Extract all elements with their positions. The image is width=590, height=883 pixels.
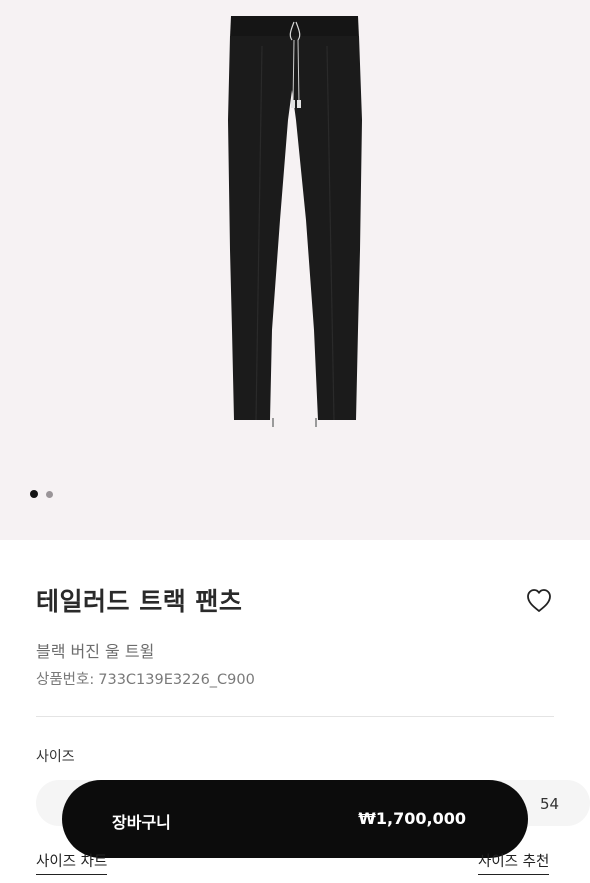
- reference-label: 상품번호:: [36, 672, 95, 688]
- carousel-indicator: [30, 490, 53, 498]
- product-subtitle: 블랙 버진 울 트윌: [36, 642, 155, 661]
- divider: [36, 716, 554, 717]
- product-image: [228, 16, 362, 427]
- size-recommend-link[interactable]: 사이즈 추천: [478, 853, 550, 875]
- reference-value: 733C139E3226_C900: [98, 672, 255, 688]
- cart-button-label: 장바구니: [112, 813, 171, 832]
- carousel-dot[interactable]: [46, 490, 53, 498]
- wishlist-button[interactable]: [524, 586, 554, 614]
- product-reference: 상품번호: 733C139E3226_C900: [36, 668, 255, 689]
- product-image-carousel[interactable]: [0, 0, 590, 540]
- size-option[interactable]: 54: [540, 795, 559, 813]
- size-chart-link[interactable]: 사이즈 차트: [36, 853, 108, 875]
- heart-icon: [527, 589, 551, 612]
- product-title: 테일러드 트랙 팬츠: [36, 587, 243, 616]
- size-section-label: 사이즈: [36, 749, 75, 765]
- cart-button-price: ₩1,700,000: [358, 809, 466, 828]
- add-to-cart-button[interactable]: 장바구니 ₩1,700,000: [62, 780, 528, 858]
- carousel-dot-active[interactable]: [30, 490, 38, 498]
